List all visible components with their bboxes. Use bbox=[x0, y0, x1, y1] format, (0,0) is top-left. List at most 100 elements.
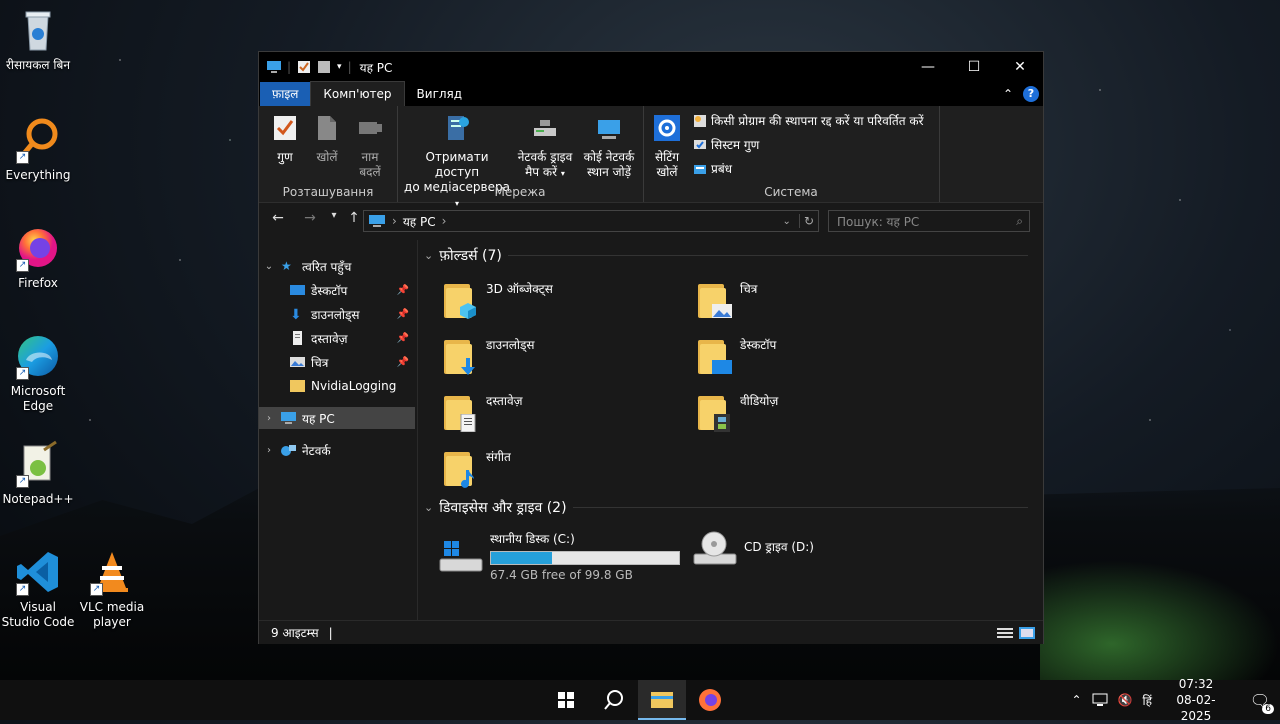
separator: | bbox=[348, 60, 352, 74]
refresh-icon[interactable]: ↻ bbox=[799, 214, 814, 228]
taskbar-firefox[interactable] bbox=[686, 680, 734, 720]
divider bbox=[508, 255, 1028, 256]
status-bar: 9 आइटम्स | bbox=[259, 620, 1043, 644]
group-label-location: Розташування bbox=[259, 185, 397, 199]
notification-center-button[interactable]: 🗨 6 bbox=[1240, 691, 1280, 710]
manage-link[interactable]: प्रबंध bbox=[693, 160, 732, 177]
network-status-icon[interactable] bbox=[1092, 693, 1108, 707]
add-network-location-button[interactable]: कोई नेटवर्क स्थान जोड़ें bbox=[579, 114, 639, 180]
breadcrumb-this-pc[interactable]: यह PC bbox=[403, 213, 436, 230]
customize-qa-dropdown-icon[interactable]: ▾ bbox=[337, 62, 342, 72]
separator: | bbox=[287, 60, 291, 74]
address-bar[interactable]: › यह PC › ⌄ ↻ bbox=[363, 210, 819, 232]
tab-file[interactable]: फ़ाइल bbox=[260, 82, 310, 106]
system-tray: ⌃ 🔇 हिं 07:32 08-02-2025 🗨 6 bbox=[1072, 680, 1280, 720]
search-input[interactable]: Пошук: यह PC ⌕ bbox=[828, 210, 1030, 232]
drive-d[interactable]: CD ड्राइव (D:) bbox=[692, 530, 814, 568]
sidebar-label: दस्तावेज़ bbox=[311, 330, 348, 347]
search-placeholder: Пошук: यह PC bbox=[837, 213, 919, 230]
clock-time: 07:32 bbox=[1162, 676, 1230, 692]
sidebar-label: नेटवर्क bbox=[302, 442, 331, 459]
desktop-icon-everything[interactable]: ↗ Everything bbox=[0, 116, 76, 183]
help-icon[interactable]: ? bbox=[1023, 86, 1039, 102]
recent-locations-chevron-icon[interactable]: ▾ bbox=[323, 210, 345, 221]
media-server-icon bbox=[444, 114, 470, 142]
desktop-folder-icon bbox=[290, 283, 305, 297]
show-hidden-icons-chevron-icon[interactable]: ⌃ bbox=[1072, 693, 1082, 707]
folder-music[interactable]: संगीत bbox=[442, 448, 511, 488]
sidebar-item-documents[interactable]: दस्तावेज़ 📌 bbox=[259, 327, 415, 349]
desktop-icon-recycle-bin[interactable]: रीसायकल बिन bbox=[0, 6, 76, 73]
up-arrow-icon[interactable]: ↑ bbox=[343, 210, 365, 226]
back-arrow-icon[interactable]: ← bbox=[267, 210, 289, 226]
manage-icon bbox=[693, 162, 707, 176]
clock-date: 08-02-2025 bbox=[1162, 692, 1230, 724]
forward-arrow-icon[interactable]: → bbox=[299, 210, 321, 226]
shortcut-arrow-icon: ↗ bbox=[16, 259, 29, 272]
desktop-icon-vlc[interactable]: ↗ VLC media player bbox=[74, 548, 150, 630]
system-properties-icon bbox=[693, 138, 707, 152]
sidebar-label: त्वरित पहुँच bbox=[302, 258, 351, 275]
taskbar-file-explorer[interactable] bbox=[638, 680, 686, 720]
expand-chevron-icon[interactable]: ⌄ bbox=[263, 261, 275, 272]
add-location-label-1: कोई नेटवर्क bbox=[579, 150, 639, 165]
drive-usage-fill bbox=[491, 552, 552, 564]
sidebar-item-desktop[interactable]: डेस्कटॉप 📌 bbox=[259, 279, 415, 301]
close-button[interactable]: ✕ bbox=[997, 52, 1043, 82]
sidebar-item-quick-access[interactable]: ⌄ ★ त्वरित पहुँच bbox=[259, 255, 415, 277]
desktop-icon-edge[interactable]: ↗ Microsoft Edge bbox=[0, 332, 76, 414]
input-language-indicator[interactable]: हिं bbox=[1143, 692, 1152, 709]
sidebar-item-downloads[interactable]: ⬇ डाउनलोड्स 📌 bbox=[259, 303, 415, 325]
properties-button[interactable]: गुण bbox=[269, 114, 301, 165]
search-button[interactable] bbox=[590, 680, 638, 720]
details-view-icon[interactable] bbox=[997, 627, 1013, 639]
sidebar-item-nvidialogging[interactable]: NvidiaLogging bbox=[259, 375, 415, 397]
tab-computer[interactable]: Комп'ютер bbox=[310, 81, 404, 106]
collapse-chevron-icon[interactable]: ⌄ bbox=[424, 501, 433, 514]
file-explorer-icon bbox=[651, 690, 673, 708]
settings-label-1: सेटिंग bbox=[649, 150, 685, 165]
expand-chevron-icon[interactable]: › bbox=[263, 445, 275, 456]
open-settings-button[interactable]: सेटिंग खोलें bbox=[649, 114, 685, 180]
desktop-icon-vscode[interactable]: ↗ Visual Studio Code bbox=[0, 548, 76, 630]
drive-c[interactable]: स्थानीय डिस्क (C:) 67.4 GB free of 99.8 … bbox=[438, 530, 680, 582]
open-button[interactable]: खोलें bbox=[309, 114, 345, 165]
minimize-button[interactable]: — bbox=[905, 52, 951, 82]
sidebar-item-network[interactable]: › नेटवर्क bbox=[259, 439, 415, 461]
desktop-icon-firefox[interactable]: ↗ Firefox bbox=[0, 224, 76, 291]
sidebar-item-this-pc[interactable]: › यह PC bbox=[259, 407, 415, 429]
desktop-icon-label: Visual Studio Code bbox=[0, 600, 76, 630]
folder-pictures[interactable]: चित्र bbox=[696, 280, 757, 320]
folder-downloads[interactable]: डाउनलोड्स bbox=[442, 336, 535, 376]
tab-view[interactable]: Вигляд bbox=[405, 82, 475, 106]
collapse-ribbon-icon[interactable]: ⌃ bbox=[1003, 87, 1013, 101]
collapse-chevron-icon[interactable]: ⌄ bbox=[424, 249, 433, 262]
ribbon: गुण खोलें नाम बदलें Розташування Отримат… bbox=[259, 106, 1043, 203]
shortcut-arrow-icon: ↗ bbox=[90, 583, 103, 596]
new-folder-qa-icon[interactable] bbox=[317, 60, 331, 74]
system-properties-link[interactable]: सिस्टम गुण bbox=[693, 136, 759, 153]
sidebar-item-pictures[interactable]: चित्र 📌 bbox=[259, 351, 415, 373]
maximize-button[interactable]: ☐ bbox=[951, 52, 997, 82]
desktop-icon-label: रीसायकल बिन bbox=[0, 58, 76, 73]
map-network-drive-button[interactable]: नेटवर्क ड्राइव मैप करें ▾ bbox=[513, 114, 577, 181]
large-icons-view-icon[interactable] bbox=[1019, 627, 1035, 639]
drives-section-header[interactable]: ⌄ डिवाइसेस और ड्राइव (2) bbox=[424, 498, 1028, 517]
volume-muted-icon[interactable]: 🔇 bbox=[1118, 693, 1133, 707]
rename-button[interactable]: नाम बदलें bbox=[351, 114, 389, 180]
this-pc-icon bbox=[368, 214, 386, 228]
start-button[interactable] bbox=[542, 680, 590, 720]
expand-chevron-icon[interactable]: › bbox=[263, 413, 275, 424]
address-dropdown-icon[interactable]: ⌄ bbox=[783, 216, 791, 227]
folder-3d-objects[interactable]: 3D ऑब्जेक्ट्स bbox=[442, 280, 553, 320]
music-note-icon bbox=[458, 470, 478, 488]
clock[interactable]: 07:32 08-02-2025 bbox=[1162, 676, 1230, 724]
folder-desktop[interactable]: डेस्कटॉप bbox=[696, 336, 776, 376]
properties-qa-icon[interactable] bbox=[297, 60, 311, 74]
folder-videos[interactable]: वीडियोज़ bbox=[696, 392, 778, 432]
breadcrumb-separator-icon: › bbox=[392, 214, 397, 228]
folders-section-header[interactable]: ⌄ फ़ोल्डर्स (7) bbox=[424, 246, 1028, 265]
desktop-icon-notepadpp[interactable]: ↗ Notepad++ bbox=[0, 440, 76, 507]
uninstall-program-link[interactable]: किसी प्रोग्राम की स्थापना रद्द करें या प… bbox=[693, 112, 924, 129]
folder-documents[interactable]: दस्तावेज़ bbox=[442, 392, 523, 432]
